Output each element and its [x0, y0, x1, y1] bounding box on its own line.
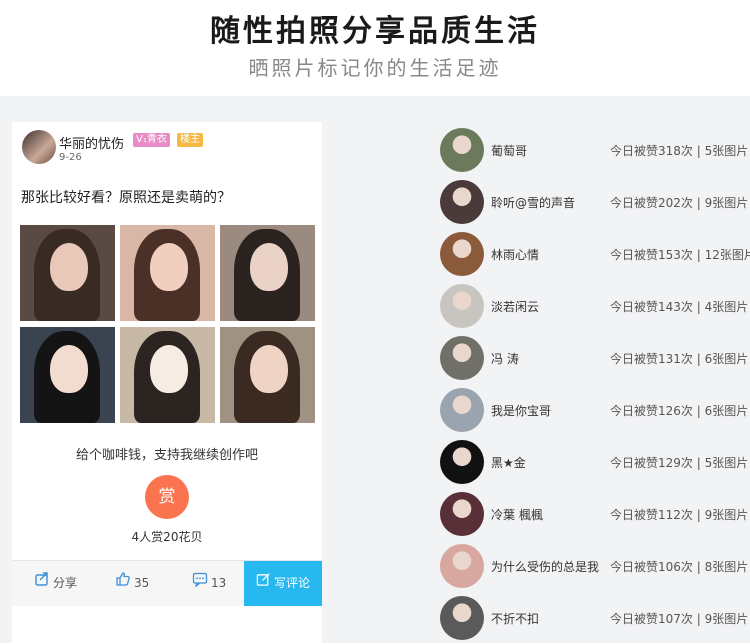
user-name[interactable]: 淡若闲云 [491, 298, 539, 315]
owner-badge: 楼主 [177, 133, 203, 147]
page-subtitle: 晒照片标记你的生活足迹 [248, 56, 502, 80]
share-label: 分享 [53, 576, 78, 590]
user-stats: 今日被赞129次 | 5张图片 [610, 456, 749, 470]
user-stats: 今日被赞143次 | 4张图片 [610, 300, 749, 314]
comment-icon [192, 561, 208, 606]
avatar[interactable] [440, 180, 484, 224]
share-icon [34, 561, 50, 606]
tip-prompt: 给个咖啡钱，支持我继续创作吧 [75, 448, 258, 463]
user-stats: 今日被赞106次 | 8张图片 [610, 560, 749, 574]
avatar[interactable] [440, 544, 484, 588]
user-name[interactable]: 聆听@雪的声音 [491, 194, 575, 211]
list-item[interactable]: 林雨心情 今日被赞153次 | 12张图片 [438, 228, 750, 280]
photo-thumbnail[interactable] [220, 225, 315, 321]
list-item[interactable]: 为什么受伤的总是我 今日被赞106次 | 8张图片 [438, 540, 750, 592]
write-comment-button[interactable]: 写评论 [244, 561, 322, 606]
post-text: 那张比较好看？原照还是卖萌的？ [21, 190, 231, 206]
like-button[interactable]: 35 [115, 561, 149, 606]
avatar[interactable] [440, 388, 484, 432]
photo-thumbnail[interactable] [120, 225, 215, 321]
avatar[interactable] [440, 284, 484, 328]
photo-thumbnail[interactable] [120, 327, 215, 423]
photo-thumbnail[interactable] [20, 225, 115, 321]
post-username[interactable]: 华丽的忧伤 [59, 133, 124, 152]
list-item[interactable]: 我是你宝哥 今日被赞126次 | 6张图片 [438, 384, 750, 436]
list-item[interactable]: 冯 涛 今日被赞131次 | 6张图片 [438, 332, 750, 384]
list-item[interactable]: 不折不扣 今日被赞107次 | 9张图片 [438, 592, 750, 644]
avatar[interactable] [440, 232, 484, 276]
thumbs-up-icon [115, 561, 131, 606]
level-badge: V₁青衣 [133, 133, 170, 147]
comment-count-button[interactable]: 13 [192, 561, 226, 606]
share-button[interactable]: 分享 [34, 561, 77, 606]
list-item[interactable]: 葡萄哥 今日被赞318次 | 5张图片 [438, 124, 750, 176]
photo-thumbnail[interactable] [20, 327, 115, 423]
photo-thumbnail[interactable] [220, 327, 315, 423]
user-name[interactable]: 冯 涛 [491, 350, 519, 367]
avatar[interactable] [440, 128, 484, 172]
user-name[interactable]: 冷葉 楓楓 [491, 506, 543, 523]
avatar[interactable] [440, 336, 484, 380]
user-name[interactable]: 黑★金 [491, 454, 526, 471]
tip-count: 4人赏20花贝 [131, 530, 203, 544]
avatar[interactable] [440, 440, 484, 484]
user-name[interactable]: 不折不扣 [491, 610, 539, 627]
list-item[interactable]: 冷葉 楓楓 今日被赞112次 | 9张图片 [438, 488, 750, 540]
user-stats: 今日被赞318次 | 5张图片 [610, 144, 749, 158]
post-date: 9-26 [59, 152, 82, 163]
user-name[interactable]: 为什么受伤的总是我 [491, 558, 599, 575]
user-stats: 今日被赞112次 | 9张图片 [610, 508, 749, 522]
list-item[interactable]: 黑★金 今日被赞129次 | 5张图片 [438, 436, 750, 488]
user-stats: 今日被赞126次 | 6张图片 [610, 404, 749, 418]
avatar[interactable] [22, 130, 56, 164]
user-name[interactable]: 我是你宝哥 [491, 402, 551, 419]
user-stats: 今日被赞202次 | 9张图片 [610, 196, 749, 210]
avatar[interactable] [440, 492, 484, 536]
user-stats: 今日被赞153次 | 12张图片 [610, 248, 750, 262]
action-bar: 分享 35 13 写评论 [12, 560, 322, 606]
post-card: 华丽的忧伤 V₁青衣 楼主 9-26 那张比较好看？原照还是卖萌的？ 给个咖啡钱… [12, 122, 322, 643]
write-comment-label: 写评论 [273, 576, 310, 590]
comment-count: 13 [211, 576, 227, 590]
photo-grid [20, 225, 317, 423]
list-item[interactable]: 淡若闲云 今日被赞143次 | 4张图片 [438, 280, 750, 332]
list-item[interactable]: 聆听@雪的声音 今日被赞202次 | 9张图片 [438, 176, 750, 228]
tip-button[interactable]: 赏 [145, 475, 189, 519]
user-name[interactable]: 葡萄哥 [491, 142, 527, 159]
edit-icon [256, 561, 271, 606]
page-title: 随性拍照分享品质生活 [210, 14, 540, 49]
user-name[interactable]: 林雨心情 [491, 246, 539, 263]
like-count: 35 [134, 576, 150, 590]
avatar[interactable] [440, 596, 484, 640]
user-stats: 今日被赞131次 | 6张图片 [610, 352, 749, 366]
user-stats: 今日被赞107次 | 9张图片 [610, 612, 749, 626]
